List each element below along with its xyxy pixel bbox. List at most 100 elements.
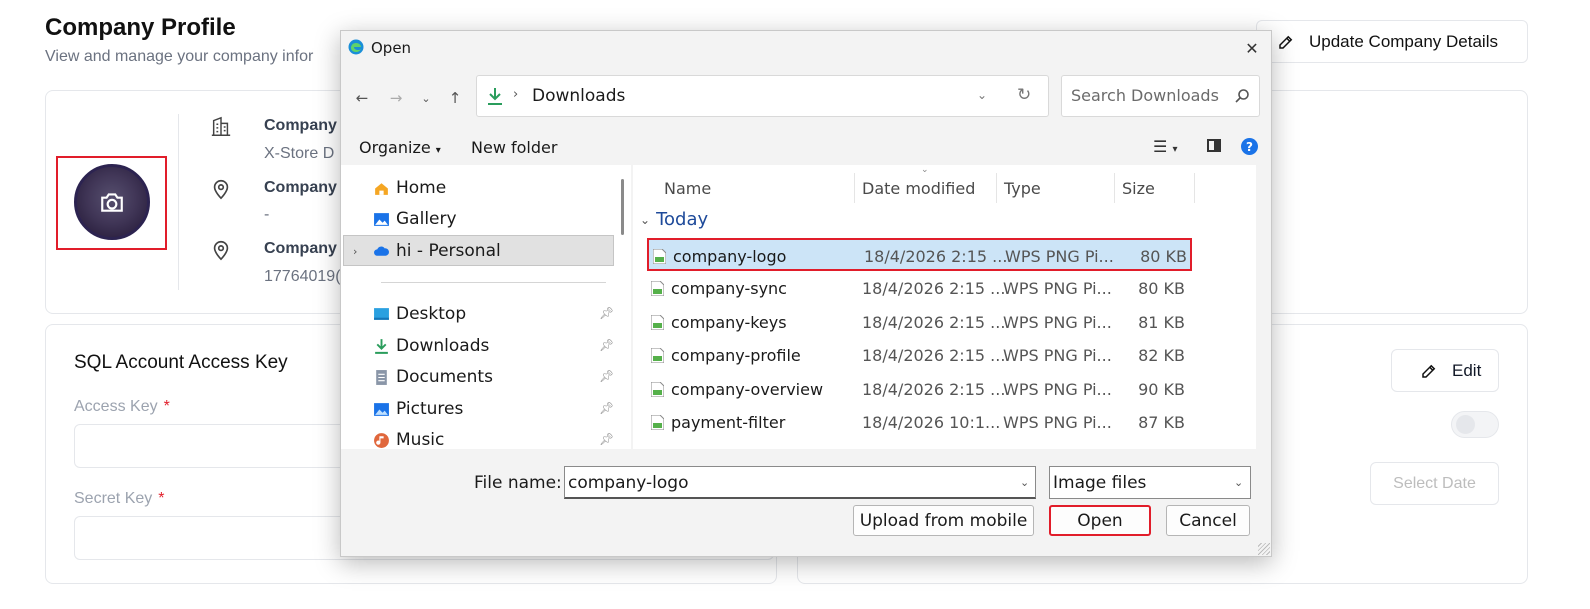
help-icon[interactable]: ?: [1241, 138, 1258, 155]
chevron-down-icon[interactable]: ⌄: [1020, 476, 1029, 489]
edge-browser-icon: [348, 39, 364, 55]
group-header-today[interactable]: ⌄ Today: [640, 209, 708, 230]
page-title: Company Profile: [45, 14, 236, 41]
png-file-icon: [651, 281, 664, 296]
file-row[interactable]: company-logo 18/4/2026 2:15 ... WPS PNG …: [647, 238, 1192, 271]
update-company-details-button[interactable]: Update Company Details: [1256, 20, 1528, 63]
file-row[interactable]: company-keys 18/4/2026 2:15 ... WPS PNG …: [647, 306, 1192, 339]
edit-button[interactable]: Edit: [1391, 349, 1499, 392]
dialog-titlebar[interactable]: Open ✕: [341, 31, 1271, 65]
select-date-button[interactable]: Select Date: [1370, 462, 1499, 505]
chevron-right-icon: ›: [513, 87, 519, 102]
nav-item-desktop[interactable]: Desktop: [373, 299, 466, 329]
file-name-field[interactable]: ⌄: [564, 466, 1036, 499]
map-pin-icon: [213, 240, 229, 261]
nav-item-pictures[interactable]: Pictures: [373, 394, 463, 424]
pin-icon[interactable]: 📌︎: [599, 432, 614, 446]
edit-icon: [1422, 364, 1436, 378]
address-text: Downloads: [532, 86, 626, 106]
document-icon: [376, 369, 387, 385]
sync-toggle[interactable]: [1451, 411, 1499, 438]
preview-pane-icon[interactable]: [1207, 139, 1221, 152]
png-file-icon: [651, 315, 664, 330]
gallery-icon: [374, 212, 389, 226]
pin-icon[interactable]: 📌︎: [599, 306, 614, 320]
recent-chevron-down-icon[interactable]: ⌄: [415, 87, 437, 109]
file-list-pane: ⌄ Name Date modified Type Size ⌄ Today c…: [633, 165, 1256, 449]
chevron-down-icon: ⌄: [1234, 476, 1244, 489]
column-header-name[interactable]: Name: [657, 173, 855, 203]
sql-section-title: SQL Account Access Key: [74, 352, 288, 373]
edit-label: Edit: [1452, 360, 1482, 380]
page-subtitle: View and manage your company infor: [45, 48, 314, 65]
organize-menu[interactable]: Organize ▾: [359, 138, 441, 157]
nav-item-documents[interactable]: Documents: [373, 362, 493, 392]
view-options-icon[interactable]: ☰ ▾: [1153, 137, 1177, 156]
nav-scrollbar[interactable]: [621, 179, 624, 235]
address-bar[interactable]: › Downloads ⌄ ↻: [476, 75, 1049, 117]
chevron-down-icon: ⌄: [640, 212, 651, 227]
camera-icon: [101, 193, 123, 212]
home-icon: [375, 182, 388, 195]
access-key-label: Access Key *: [74, 398, 170, 415]
info-value-address: -: [264, 206, 270, 223]
info-label-address: Company: [264, 179, 337, 196]
nav-item-gallery[interactable]: Gallery: [373, 204, 457, 234]
search-box[interactable]: [1061, 75, 1260, 117]
nav-divider: [381, 282, 606, 283]
new-folder-button[interactable]: New folder: [471, 138, 557, 157]
open-button[interactable]: Open: [1049, 505, 1151, 536]
column-header-date[interactable]: Date modified: [855, 173, 997, 203]
info-label-registration: Company: [264, 240, 337, 257]
file-name-label: File name:: [474, 473, 562, 493]
chevron-right-icon[interactable]: ›: [353, 245, 357, 258]
update-company-details-label: Update Company Details: [1309, 31, 1498, 51]
forward-arrow-icon[interactable]: →: [385, 87, 407, 109]
desktop-icon: [374, 307, 389, 320]
file-open-dialog: Open ✕ ← → ⌄ ↑ › Downloads ⌄ ↻ Organize …: [340, 30, 1272, 557]
back-arrow-icon[interactable]: ←: [351, 87, 373, 109]
pin-icon[interactable]: 📌︎: [599, 369, 614, 383]
up-arrow-icon[interactable]: ↑: [444, 87, 466, 109]
png-file-icon: [653, 249, 666, 264]
png-file-icon: [651, 415, 664, 430]
png-file-icon: [651, 382, 664, 397]
building-icon: [211, 116, 231, 136]
pin-icon[interactable]: 📌︎: [599, 338, 614, 352]
navigation-pane: › Home Gallery hi - Personal Desktop 📌︎: [341, 165, 631, 449]
upload-from-mobile-button[interactable]: Upload from mobile: [853, 505, 1034, 536]
file-row[interactable]: company-sync 18/4/2026 2:15 ... WPS PNG …: [647, 272, 1192, 305]
close-icon[interactable]: ✕: [1241, 37, 1263, 59]
cancel-button[interactable]: Cancel: [1166, 505, 1250, 536]
download-icon: [488, 88, 502, 105]
nav-item-downloads[interactable]: Downloads: [373, 331, 489, 361]
file-row[interactable]: company-overview 18/4/2026 2:15 ... WPS …: [647, 373, 1192, 406]
nav-item-home[interactable]: Home: [373, 173, 446, 203]
map-pin-icon: [213, 179, 229, 200]
address-dropdown-icon[interactable]: ⌄: [977, 88, 987, 102]
file-row[interactable]: company-profile 18/4/2026 2:15 ... WPS P…: [647, 339, 1192, 372]
info-value-name: X-Store D: [264, 145, 335, 162]
company-logo-upload[interactable]: [74, 164, 150, 240]
nav-item-personal[interactable]: hi - Personal: [373, 236, 501, 266]
secret-key-label: Secret Key *: [74, 490, 165, 507]
dialog-title: Open: [371, 39, 412, 57]
file-type-select[interactable]: Image files ⌄: [1049, 466, 1251, 499]
edit-icon: [1279, 35, 1293, 49]
download-icon: [375, 338, 388, 354]
search-icon: [1235, 89, 1249, 103]
nav-item-music[interactable]: Music: [373, 425, 444, 449]
profile-divider: [178, 114, 179, 290]
resize-grip[interactable]: [1258, 543, 1270, 555]
column-header-type[interactable]: Type: [997, 173, 1115, 203]
file-row[interactable]: payment-filter 18/4/2026 10:1... WPS PNG…: [647, 406, 1192, 439]
music-icon: [374, 432, 389, 448]
info-value-registration: 17764019(: [264, 268, 341, 285]
refresh-icon[interactable]: ↻: [1017, 85, 1031, 105]
cloud-icon: [374, 246, 389, 256]
png-file-icon: [651, 348, 664, 363]
file-name-input[interactable]: [568, 473, 998, 493]
column-header-size[interactable]: Size: [1115, 173, 1195, 203]
search-input[interactable]: [1071, 86, 1231, 105]
pin-icon[interactable]: 📌︎: [599, 401, 614, 415]
